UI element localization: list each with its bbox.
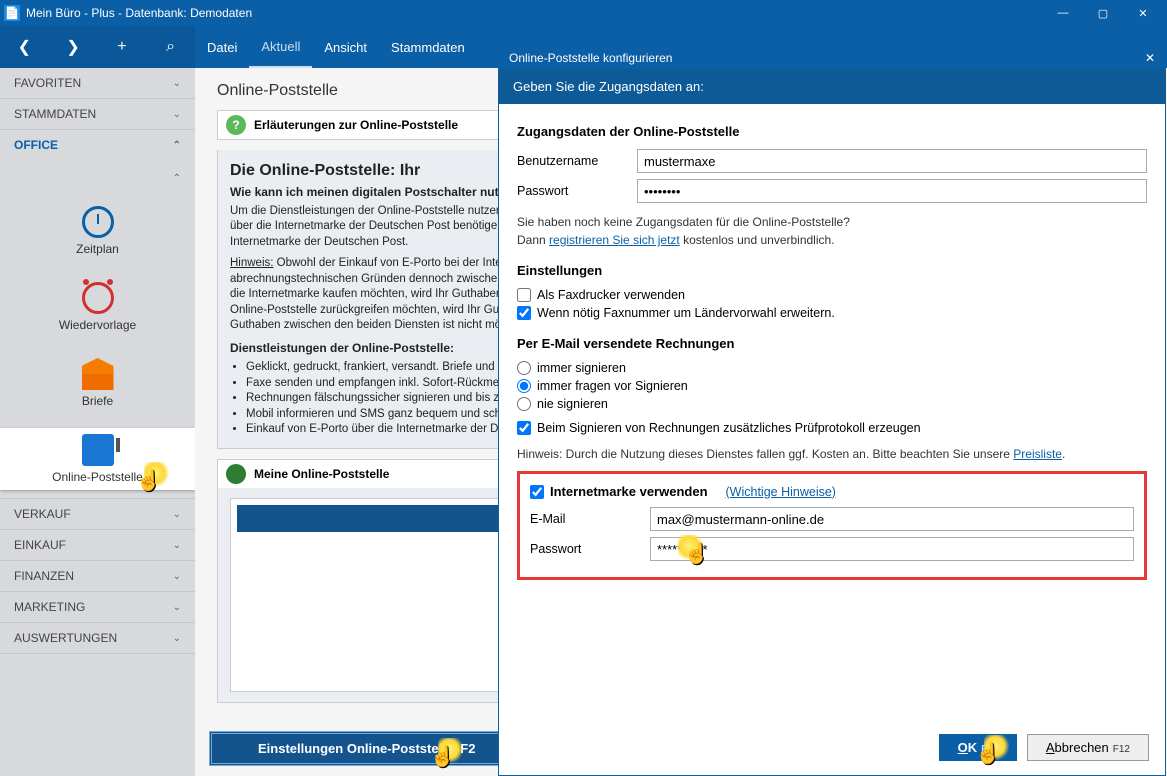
chevron-down-icon: ⌄ [173, 602, 181, 613]
config-dialog: Online-Poststelle konfigurieren ✕ Geben … [498, 46, 1166, 776]
ok-button[interactable]: OOKKF11 [939, 734, 1017, 761]
menu-datei[interactable]: Datei [195, 26, 249, 68]
sidebar-einkauf[interactable]: EINKAUF⌄ [0, 530, 195, 560]
im-password-label: Passwort [530, 542, 640, 556]
no-account-text: Sie haben noch keine Zugangsdaten für di… [517, 215, 1147, 229]
cancel-button[interactable]: AbbrechenF12 [1027, 734, 1149, 761]
close-button[interactable]: ✕ [1123, 2, 1163, 24]
my-poststelle-header: Meine Online-Poststelle [254, 467, 389, 481]
internetmarke-checkbox[interactable]: Internetmarke verwenden [530, 484, 708, 499]
sidebar-marketing[interactable]: MARKETING⌄ [0, 592, 195, 622]
password-label: Passwort [517, 184, 627, 198]
settings-button[interactable]: Einstellungen Online-Poststelle F2 [209, 731, 524, 766]
globe-icon [226, 464, 246, 484]
chevron-down-icon: ⌄ [173, 571, 181, 582]
sidebar-item-briefe[interactable]: Briefe [0, 352, 195, 414]
sidebar-item-wiedervorlage[interactable]: Wiedervorlage [0, 276, 195, 338]
sidebar-finanzen[interactable]: FINANZEN⌄ [0, 561, 195, 591]
sidebar: FAVORITEN⌄ STAMMDATEN⌄ OFFICE⌃ ⌃ Zeitpla… [0, 68, 195, 776]
nav-forward[interactable]: ❯ [58, 37, 88, 57]
chevron-down-icon: ⌄ [173, 633, 181, 644]
sidebar-stammdaten[interactable]: STAMMDATEN⌄ [0, 99, 195, 129]
maximize-button[interactable]: ▢ [1083, 2, 1123, 24]
sidebar-item-online-poststelle[interactable]: Online-Poststelle [0, 428, 195, 490]
chevron-down-icon: ⌄ [173, 540, 181, 551]
fax-country-checkbox[interactable]: Wenn nötig Faxnummer um Ländervorwahl er… [517, 306, 1147, 320]
im-email-label: E-Mail [530, 512, 640, 526]
nav-search[interactable]: ⌕ [156, 38, 186, 56]
clock-icon [82, 206, 114, 238]
password-input[interactable] [637, 179, 1147, 203]
window-title: Mein Büro - Plus - Datenbank: Demodaten [26, 6, 252, 20]
im-password-input[interactable] [650, 537, 1134, 561]
internetmarke-section: Internetmarke verwenden (Wichtige Hinwei… [517, 471, 1147, 580]
fax-printer-checkbox[interactable]: Als Faxdrucker verwenden [517, 288, 1147, 302]
sidebar-auswertungen[interactable]: AUSWERTUNGEN⌄ [0, 623, 195, 653]
chevron-up-icon[interactable]: ⌃ [173, 173, 181, 184]
alarm-icon [82, 282, 114, 314]
email-invoices-header: Per E-Mail versendete Rechnungen [517, 336, 1147, 351]
sidebar-item-zeitplan[interactable]: Zeitplan [0, 200, 195, 262]
protocol-checkbox[interactable]: Beim Signieren von Rechnungen zusätzlich… [517, 421, 1147, 435]
dialog-subtitle: Geben Sie die Zugangsdaten an: [499, 69, 1165, 104]
important-notes-link[interactable]: (Wichtige Hinweise) [726, 485, 836, 499]
im-email-input[interactable] [650, 507, 1134, 531]
sidebar-office[interactable]: OFFICE⌃ [0, 130, 195, 160]
chevron-down-icon: ⌄ [173, 78, 181, 89]
nav-add[interactable]: + [107, 38, 137, 56]
sign-never-radio[interactable]: nie signieren [517, 397, 1147, 411]
sidebar-verkauf[interactable]: VERKAUF⌄ [0, 499, 195, 529]
sidebar-favoriten[interactable]: FAVORITEN⌄ [0, 68, 195, 98]
minimize-button[interactable]: — [1043, 2, 1083, 24]
help-icon: ? [226, 115, 246, 135]
sign-always-radio[interactable]: immer signieren [517, 361, 1147, 375]
menu-aktuell[interactable]: Aktuell [249, 26, 312, 68]
credentials-header: Zugangsdaten der Online-Poststelle [517, 124, 1147, 139]
dialog-title: Online-Poststelle konfigurieren [509, 51, 672, 65]
mail-icon [82, 358, 114, 390]
chevron-up-icon: ⌃ [173, 140, 181, 151]
settings-header: Einstellungen [517, 263, 1147, 278]
chevron-down-icon: ⌄ [173, 109, 181, 120]
mailbox-icon [82, 434, 114, 466]
pricelist-link[interactable]: Preisliste [1013, 447, 1062, 461]
window-titlebar: 📄 Mein Büro - Plus - Datenbank: Demodate… [0, 0, 1167, 26]
explain-header: Erläuterungen zur Online-Poststelle [254, 118, 458, 132]
username-input[interactable] [637, 149, 1147, 173]
chevron-down-icon: ⌄ [173, 509, 181, 520]
nav-back[interactable]: ❮ [9, 37, 39, 57]
register-link[interactable]: registrieren Sie sich jetzt [549, 233, 680, 247]
dialog-close-icon[interactable]: ✕ [1145, 51, 1155, 65]
menu-stammdaten[interactable]: Stammdaten [379, 26, 477, 68]
app-icon: 📄 [4, 5, 20, 21]
menu-ansicht[interactable]: Ansicht [312, 26, 379, 68]
username-label: Benutzername [517, 154, 627, 168]
sign-ask-radio[interactable]: immer fragen vor Signieren [517, 379, 1147, 393]
